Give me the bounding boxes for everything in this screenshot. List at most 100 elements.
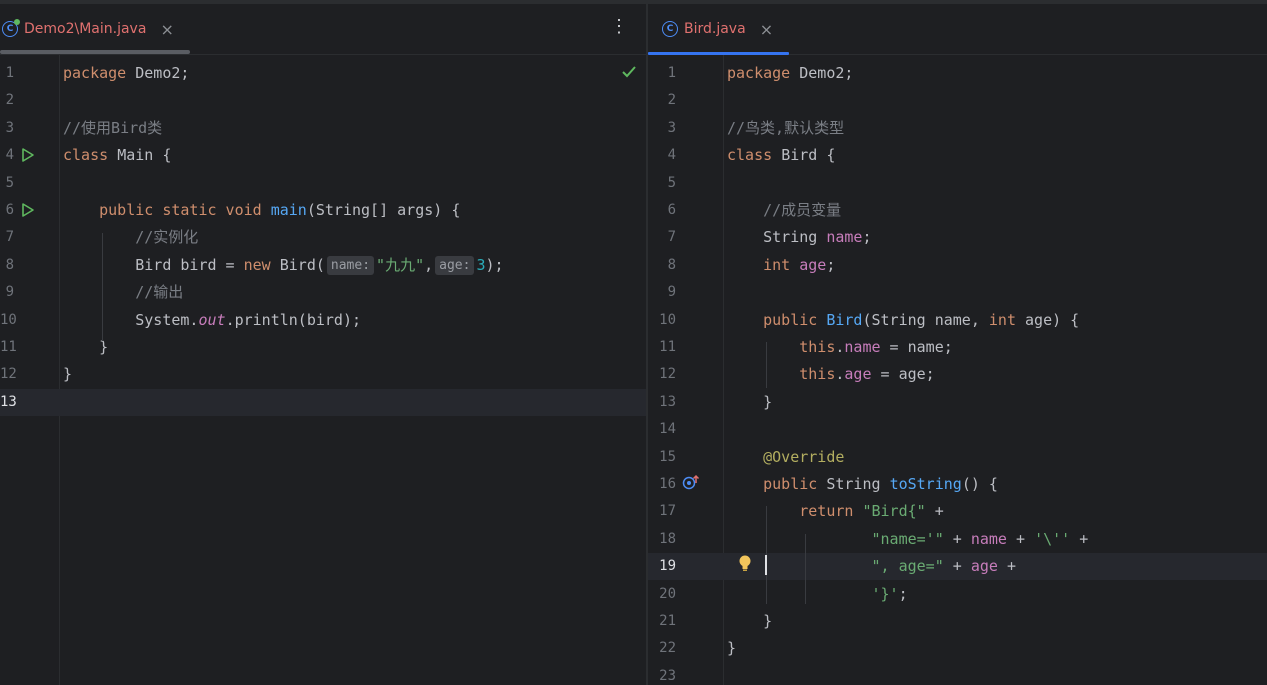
line-number[interactable]: 13 <box>0 389 17 416</box>
code-line[interactable]: 11 this.name = name; <box>648 334 1267 361</box>
code-line[interactable]: 5 <box>648 170 1267 197</box>
line-number[interactable]: 11 <box>0 334 17 361</box>
line-number[interactable]: 15 <box>648 444 676 471</box>
code-line[interactable]: 12 this.age = age; <box>648 361 1267 388</box>
code-text[interactable]: "name='" + name + '\'' + <box>727 526 1089 553</box>
editor-pane-main[interactable]: C Demo2\Main.java × ⋮ 1 package Demo2; 2 3 /… <box>0 4 646 685</box>
line-number[interactable]: 1 <box>648 60 676 87</box>
code-text[interactable]: class Main { <box>63 142 171 169</box>
line-number[interactable]: 4 <box>648 142 676 169</box>
line-number[interactable]: 4 <box>0 142 14 169</box>
code-editor-bird[interactable]: 1 package Demo2; 2 3 //鸟类,默认类型 4 class Bird {5… <box>648 55 1267 685</box>
line-number[interactable]: 9 <box>648 279 676 306</box>
line-number[interactable]: 5 <box>0 170 14 197</box>
line-number[interactable]: 7 <box>648 224 676 251</box>
code-text[interactable]: ", age=" + age + <box>727 553 1017 580</box>
code-line[interactable]: 6 //成员变量 <box>648 197 1267 224</box>
code-text[interactable]: //实例化 <box>63 224 198 251</box>
code-line[interactable]: 10 public Bird(String name, int age) { <box>648 307 1267 334</box>
tab-bird-java[interactable]: C Bird.java × <box>662 4 773 54</box>
tab-scrollbar[interactable] <box>0 50 190 54</box>
code-line[interactable]: 9 <box>648 279 1267 306</box>
code-line[interactable]: 23 <box>648 663 1267 685</box>
code-text[interactable]: String name; <box>727 224 871 251</box>
code-text[interactable]: public String toString() { <box>727 471 998 498</box>
code-line[interactable]: 12} <box>0 361 646 388</box>
code-line[interactable]: 4 class Bird { <box>648 142 1267 169</box>
code-line[interactable]: 20 '}'; <box>648 581 1267 608</box>
code-line[interactable]: 13 } <box>648 389 1267 416</box>
line-number[interactable]: 9 <box>0 279 14 306</box>
code-line[interactable]: 18 "name='" + name + '\'' + <box>648 526 1267 553</box>
run-icon[interactable] <box>20 202 36 218</box>
line-number[interactable]: 2 <box>648 87 676 114</box>
close-icon[interactable]: × <box>760 20 773 39</box>
code-line[interactable]: 5 <box>0 170 646 197</box>
code-text[interactable]: //鸟类,默认类型 <box>727 115 844 142</box>
code-line[interactable]: 6 public static void main(String[] args)… <box>0 197 646 224</box>
more-options-icon[interactable]: ⋮ <box>610 18 628 36</box>
line-number[interactable]: 3 <box>0 115 14 142</box>
editor-pane-bird[interactable]: C Bird.java × 1 package Demo2; 2 3 //鸟类,默认类型… <box>648 4 1267 685</box>
code-text[interactable]: return "Bird{" + <box>727 498 944 525</box>
line-number[interactable]: 18 <box>648 526 676 553</box>
check-icon[interactable] <box>621 64 637 80</box>
code-text[interactable]: '}'; <box>727 581 908 608</box>
line-number[interactable]: 14 <box>648 416 676 443</box>
code-text[interactable]: public Bird(String name, int age) { <box>727 307 1079 334</box>
line-number[interactable]: 6 <box>0 197 14 224</box>
code-text[interactable]: Bird bird = new Bird(name: "九九", age: 3); <box>63 252 504 279</box>
code-text[interactable]: class Bird { <box>727 142 835 169</box>
code-text[interactable]: this.age = age; <box>727 361 934 388</box>
line-number[interactable]: 17 <box>648 498 676 525</box>
code-text[interactable]: //使用Bird类 <box>63 115 162 142</box>
code-line[interactable]: 17 return "Bird{" + <box>648 498 1267 525</box>
code-line[interactable]: 11 } <box>0 334 646 361</box>
code-line[interactable]: 8 Bird bird = new Bird(name: "九九", age: 3); <box>0 252 646 279</box>
line-number[interactable]: 2 <box>0 87 14 114</box>
code-line[interactable]: 22} <box>648 635 1267 662</box>
code-line[interactable]: 4 class Main { <box>0 142 646 169</box>
code-text[interactable]: } <box>727 635 736 662</box>
code-text[interactable]: package Demo2; <box>727 60 853 87</box>
code-line[interactable]: 10 System.out.println(bird); <box>0 307 646 334</box>
code-text[interactable]: this.name = name; <box>727 334 953 361</box>
line-number[interactable]: 23 <box>648 663 676 685</box>
code-line[interactable]: 3 //鸟类,默认类型 <box>648 115 1267 142</box>
code-line[interactable]: 7 //实例化 <box>0 224 646 251</box>
close-icon[interactable]: × <box>160 20 173 39</box>
code-editor-main[interactable]: 1 package Demo2; 2 3 //使用Bird类 4 class Main { 5… <box>0 55 646 685</box>
line-number[interactable]: 3 <box>648 115 676 142</box>
line-number[interactable]: 22 <box>648 635 676 662</box>
line-number[interactable]: 6 <box>648 197 676 224</box>
code-text[interactable]: public static void main(String[] args) { <box>63 197 460 224</box>
line-number[interactable]: 8 <box>648 252 676 279</box>
line-number[interactable]: 8 <box>0 252 14 279</box>
code-text[interactable]: System.out.println(bird); <box>63 307 361 334</box>
override-icon[interactable] <box>682 474 700 490</box>
tab-main-java[interactable]: C Demo2\Main.java × <box>2 4 174 54</box>
code-text[interactable]: //成员变量 <box>727 197 841 224</box>
code-text[interactable]: package Demo2; <box>63 60 189 87</box>
code-text[interactable]: } <box>727 608 772 635</box>
line-number[interactable]: 13 <box>648 389 676 416</box>
code-text[interactable]: @Override <box>727 444 844 471</box>
line-number[interactable]: 20 <box>648 581 676 608</box>
code-line[interactable]: 15 @Override <box>648 444 1267 471</box>
line-number[interactable]: 10 <box>0 307 17 334</box>
code-text[interactable]: } <box>63 361 72 388</box>
line-number[interactable]: 1 <box>0 60 14 87</box>
line-number[interactable]: 12 <box>0 361 17 388</box>
code-line[interactable]: 2 <box>648 87 1267 114</box>
code-line[interactable]: 1 package Demo2; <box>648 60 1267 87</box>
code-line[interactable]: 14 <box>648 416 1267 443</box>
code-line[interactable]: 8 int age; <box>648 252 1267 279</box>
code-line[interactable]: 21 } <box>648 608 1267 635</box>
code-line[interactable]: 9 //输出 <box>0 279 646 306</box>
lightbulb-icon[interactable] <box>737 554 753 572</box>
line-number[interactable]: 12 <box>648 361 676 388</box>
code-line[interactable]: 13 <box>0 388 646 416</box>
line-number[interactable]: 21 <box>648 608 676 635</box>
line-number[interactable]: 11 <box>648 334 676 361</box>
line-number[interactable]: 10 <box>648 307 676 334</box>
